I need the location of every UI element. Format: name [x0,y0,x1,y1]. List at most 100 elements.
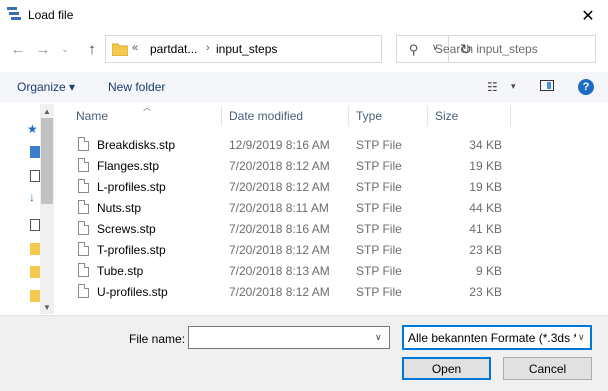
column-header-type[interactable]: Type [356,109,382,123]
file-icon [78,242,89,256]
scroll-up-arrow-icon[interactable]: ▲ [40,104,54,118]
cancel-button[interactable]: Cancel [503,357,592,380]
file-icon [78,158,89,172]
file-name: Breakdisks.stp [97,138,176,152]
file-date: 7/20/2018 8:16 AM [229,222,330,236]
breadcrumb-item[interactable]: partdat... [150,42,197,56]
scroll-down-arrow-icon[interactable]: ▼ [40,300,54,314]
file-size: 44 KB [469,201,502,215]
file-name: Flanges.stp [97,159,160,173]
file-date: 7/20/2018 8:12 AM [229,285,330,299]
folder-icon[interactable] [30,243,40,255]
file-name-label: File name: [129,332,186,346]
column-divider[interactable] [348,106,349,126]
file-name: Nuts.stp [97,201,142,215]
chevron-down-icon[interactable]: ∨ [375,332,382,343]
file-type: STP File [356,243,402,257]
file-type: STP File [356,285,402,299]
breadcrumb-overflow[interactable]: « [132,42,138,54]
file-type-filter-value: Alle bekannten Formate (*.3ds * [408,331,579,345]
back-button[interactable]: ← [8,36,28,62]
chevron-down-icon: ⌄ [61,43,69,54]
file-name: T-profiles.stp [97,243,166,257]
file-type: STP File [356,180,402,194]
recent-locations-button[interactable]: ⌄ [55,36,75,62]
file-name-input[interactable]: ∨ [188,326,390,349]
column-divider[interactable] [510,106,511,126]
table-row[interactable]: Breakdisks.stp 12/9/2019 8:16 AM STP Fil… [55,134,608,155]
sort-ascending-icon: ︿ [143,103,151,112]
column-header-name[interactable]: Name [76,109,108,123]
file-size: 34 KB [469,138,502,152]
file-name: L-profiles.stp [97,180,166,194]
downloads-icon[interactable]: ↓ [29,190,35,204]
view-options-dropdown[interactable]: ▾ [511,81,516,92]
file-size: 23 KB [469,243,502,257]
open-button[interactable]: Open [402,357,491,380]
document-icon[interactable] [30,170,40,182]
file-date: 7/20/2018 8:11 AM [229,201,329,215]
footer-panel: File name: ∨ Alle bekannten Formate (*.3… [0,315,608,391]
file-size: 19 KB [469,180,502,194]
search-input[interactable]: ⚲ Search input_steps [396,35,596,63]
file-type: STP File [356,222,402,236]
back-arrow-icon: ← [10,40,26,58]
table-row[interactable]: Tube.stp 7/20/2018 8:13 AM STP File 9 KB [55,260,608,281]
breadcrumb-item[interactable]: input_steps [216,42,277,56]
file-icon [78,137,89,151]
table-row[interactable]: Screws.stp 7/20/2018 8:16 AM STP File 41… [55,218,608,239]
scrollbar-thumb[interactable] [41,118,53,204]
column-header-size[interactable]: Size [435,109,458,123]
help-button[interactable]: ? [578,79,594,95]
file-icon [78,263,89,277]
search-placeholder: Search input_steps [435,42,538,56]
forward-arrow-icon: → [35,40,51,58]
file-size: 9 KB [475,264,502,278]
file-size: 19 KB [469,159,502,173]
address-bar[interactable]: « partdat... › input_steps ∨ ↻ [105,35,472,63]
new-folder-button[interactable]: New folder [108,80,165,94]
table-row[interactable]: Nuts.stp 7/20/2018 8:11 AM STP File 44 K… [55,197,608,218]
folder-icon[interactable] [30,266,40,278]
breadcrumb-separator-icon[interactable]: › [206,42,210,54]
command-bar: Organize ▾ New folder ☷ ▾ [0,72,608,102]
file-date: 7/20/2018 8:13 AM [229,264,330,278]
file-date: 7/20/2018 8:12 AM [229,159,330,173]
file-size: 23 KB [469,285,502,299]
file-name: Tube.stp [97,264,144,278]
up-button[interactable]: ↑ [82,36,102,62]
table-row[interactable]: L-profiles.stp 7/20/2018 8:12 AM STP Fil… [55,176,608,197]
file-type: STP File [356,159,402,173]
file-date: 7/20/2018 8:12 AM [229,180,330,194]
file-date: 12/9/2019 8:16 AM [229,138,330,152]
file-type: STP File [356,264,402,278]
file-name: Screws.stp [97,222,156,236]
table-row[interactable]: U-profiles.stp 7/20/2018 8:12 AM STP Fil… [55,281,608,302]
table-row[interactable]: Flanges.stp 7/20/2018 8:12 AM STP File 1… [55,155,608,176]
title-bar: Load file ✕ [0,0,608,31]
up-arrow-icon: ↑ [88,40,96,58]
file-list: ︿ Name Date modified Type Size Breakdisk… [55,102,608,315]
folder-icon [112,43,128,56]
change-view-icon[interactable]: ☷ [487,80,498,94]
column-divider[interactable] [427,106,428,126]
preview-pane-icon[interactable] [540,80,554,91]
desktop-icon[interactable] [30,146,40,158]
file-size: 41 KB [469,222,502,236]
file-icon [78,284,89,298]
file-icon [78,200,89,214]
forward-button[interactable]: → [33,36,53,62]
file-type-filter-select[interactable]: Alle bekannten Formate (*.3ds * ∨ [402,325,592,350]
quick-access-star-icon[interactable]: ★ [27,122,38,136]
window-title: Load file [28,8,74,22]
file-type: STP File [356,201,402,215]
file-icon [78,179,89,193]
table-row[interactable]: T-profiles.stp 7/20/2018 8:12 AM STP Fil… [55,239,608,260]
chevron-down-icon[interactable]: ∨ [576,332,585,343]
column-header-date[interactable]: Date modified [229,109,303,123]
folder-icon[interactable] [30,290,40,302]
pictures-icon[interactable] [30,219,40,231]
organize-button[interactable]: Organize ▾ [17,80,75,94]
close-button[interactable]: ✕ [568,0,608,31]
column-divider[interactable] [221,106,222,126]
